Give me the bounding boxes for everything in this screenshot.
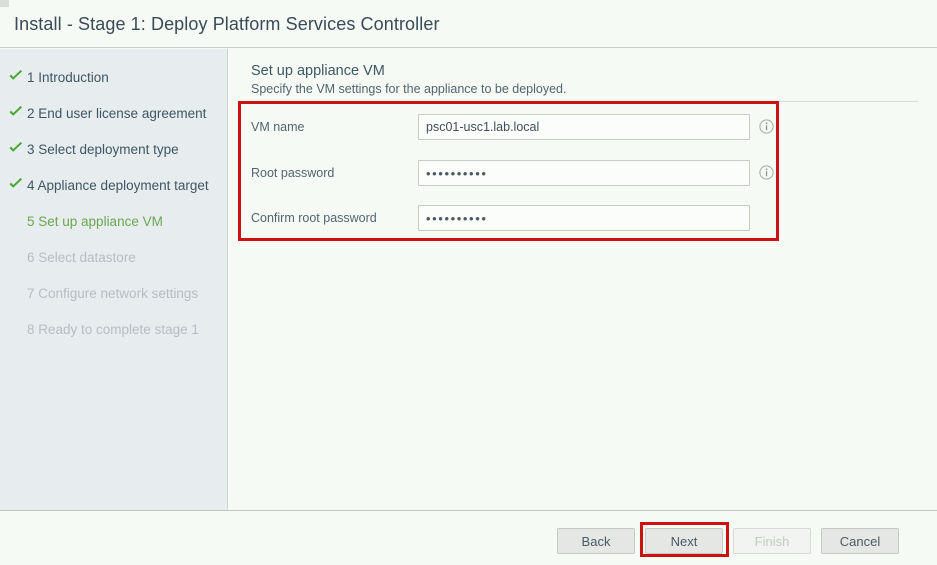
checkmark-icon <box>8 140 24 156</box>
info-icon[interactable] <box>759 165 774 180</box>
sidebar-item-select-datastore: 6 Select datastore <box>0 239 228 275</box>
sidebar-item-introduction[interactable]: 1 Introduction <box>0 59 228 95</box>
sidebar-item-label: 3 Select deployment type <box>27 141 179 157</box>
wizard-steps-sidebar: 1 Introduction 2 End user license agreem… <box>0 49 228 511</box>
sidebar-item-label: 6 Select datastore <box>27 249 136 265</box>
sidebar-item-label: 8 Ready to complete stage 1 <box>27 321 199 337</box>
cancel-button[interactable]: Cancel <box>821 528 899 554</box>
page-title: Install - Stage 1: Deploy Platform Servi… <box>14 14 440 34</box>
footer-button-bar: Back Next Finish Cancel <box>0 510 937 565</box>
section-title: Set up appliance VM <box>251 63 385 79</box>
back-button[interactable]: Back <box>557 528 635 554</box>
sidebar-item-deployment-target[interactable]: 4 Appliance deployment target <box>0 167 228 203</box>
sidebar-item-label: 5 Set up appliance VM <box>27 213 163 229</box>
sidebar-item-label: 2 End user license agreement <box>27 105 207 121</box>
title-bar: Install - Stage 1: Deploy Platform Servi… <box>0 0 937 48</box>
sidebar-item-network-settings: 7 Configure network settings <box>0 275 228 311</box>
form-row-root-password: Root password <box>229 160 937 190</box>
sidebar-item-label: 7 Configure network settings <box>27 285 199 301</box>
root-password-input[interactable] <box>418 160 750 186</box>
checkmark-icon <box>8 104 24 120</box>
main-content: Set up appliance VM Specify the VM setti… <box>229 49 937 511</box>
sidebar-item-label: 4 Appliance deployment target <box>27 177 209 193</box>
sidebar-item-eula[interactable]: 2 End user license agreement <box>0 95 228 131</box>
confirm-root-password-label: Confirm root password <box>251 211 377 225</box>
sidebar-item-ready-to-complete: 8 Ready to complete stage 1 <box>0 311 228 347</box>
next-button[interactable]: Next <box>645 528 723 554</box>
checkmark-icon <box>8 176 24 192</box>
sidebar-item-deployment-type[interactable]: 3 Select deployment type <box>0 131 228 167</box>
section-subtitle: Specify the VM settings for the applianc… <box>251 82 567 96</box>
vm-name-label: VM name <box>251 120 305 134</box>
form-row-vm-name: VM name <box>229 114 937 144</box>
vm-name-input[interactable] <box>418 114 750 140</box>
sidebar-item-setup-appliance-vm[interactable]: 5 Set up appliance VM <box>0 203 228 239</box>
confirm-root-password-input[interactable] <box>418 205 750 231</box>
form-row-confirm-root-password: Confirm root password <box>229 205 937 235</box>
finish-button: Finish <box>733 528 811 554</box>
installer-window: Install - Stage 1: Deploy Platform Servi… <box>0 0 937 565</box>
sidebar-item-label: 1 Introduction <box>27 69 109 85</box>
checkmark-icon <box>8 68 24 84</box>
section-divider <box>251 101 918 102</box>
info-icon[interactable] <box>759 119 774 134</box>
root-password-label: Root password <box>251 166 335 180</box>
window-corner-artifact <box>0 0 9 7</box>
